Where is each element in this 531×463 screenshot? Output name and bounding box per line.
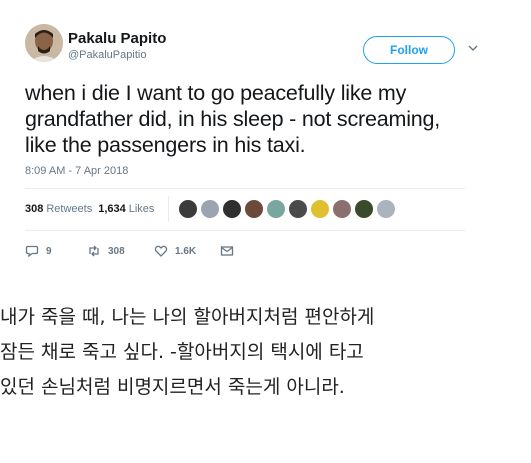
reply-count: 9 — [46, 245, 52, 257]
liker-avatar[interactable] — [179, 200, 197, 218]
liker-avatar[interactable] — [201, 200, 219, 218]
retweet-button[interactable]: 308 — [87, 244, 154, 258]
likes-count: 1,634 — [98, 203, 126, 215]
like-button[interactable]: 1.6K — [154, 244, 220, 258]
retweets-stat[interactable]: 308 Retweets — [25, 203, 92, 215]
divider — [25, 188, 465, 189]
liker-avatars — [179, 200, 395, 218]
liker-avatar[interactable] — [355, 200, 373, 218]
liker-avatar[interactable] — [223, 200, 241, 218]
korean-caption: 내가 죽을 때, 나는 나의 할아버지처럼 편안하게 잠든 채로 죽고 싶다. … — [0, 300, 525, 405]
reply-button[interactable]: 9 — [25, 244, 87, 258]
tweet-card: Pakalu Papito @PakaluPapitio Follow when… — [8, 8, 478, 276]
divider — [25, 230, 465, 231]
user-handle[interactable]: @PakaluPapitio — [68, 49, 146, 61]
reply-icon — [25, 245, 39, 258]
liker-avatar[interactable] — [267, 200, 285, 218]
like-count: 1.6K — [175, 245, 197, 257]
avatar[interactable] — [25, 24, 63, 62]
avatar-photo — [25, 24, 63, 62]
likes-label: Likes — [128, 203, 155, 215]
retweet-icon — [89, 245, 99, 257]
liker-avatar[interactable] — [333, 200, 351, 218]
heart-icon — [154, 245, 168, 257]
retweets-label: Retweets — [46, 203, 93, 215]
caption-line: 내가 죽을 때, 나는 나의 할아버지처럼 편안하게 — [0, 306, 375, 328]
retweets-count: 308 — [25, 203, 44, 215]
chevron-down-icon[interactable] — [468, 43, 478, 53]
liker-avatar[interactable] — [245, 200, 263, 218]
liker-avatar[interactable] — [289, 200, 307, 218]
liker-avatar[interactable] — [311, 200, 329, 218]
follow-button[interactable]: Follow — [363, 36, 455, 64]
envelope-icon — [220, 246, 234, 256]
divider — [168, 196, 169, 222]
tweet-actions: 9 308 1.6K — [25, 244, 234, 258]
timestamp[interactable]: 8:09 AM - 7 Apr 2018 — [25, 165, 128, 177]
likes-stat[interactable]: 1,634 Likes — [98, 203, 154, 215]
engagement-stats: 308 Retweets 1,634 Likes — [25, 203, 154, 215]
retweet-count: 308 — [108, 245, 125, 257]
caption-line: 잠든 채로 죽고 싶다. -할아버지의 택시에 타고 — [0, 341, 364, 363]
liker-avatar[interactable] — [377, 200, 395, 218]
caption-line: 있던 손님처럼 비명지르면서 죽는게 아니라. — [0, 376, 345, 398]
display-name[interactable]: Pakalu Papito — [68, 30, 166, 47]
direct-message-button[interactable] — [220, 244, 234, 258]
tweet-text: when i die I want to go peacefully like … — [25, 81, 441, 157]
